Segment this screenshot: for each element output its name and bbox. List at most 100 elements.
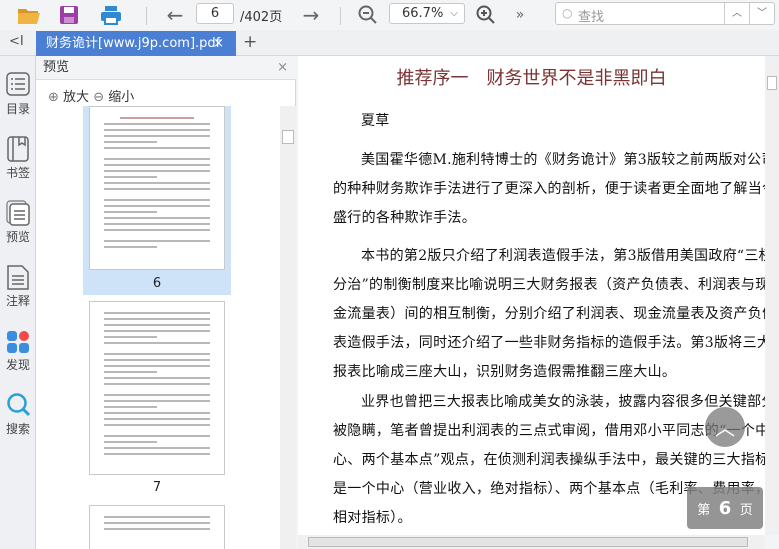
search-next-button[interactable]: ﹀ [749, 3, 774, 24]
zoom-out-label: 缩小 [108, 90, 135, 105]
author: 夏草 [361, 113, 390, 129]
new-tab-button[interactable]: + [243, 32, 257, 52]
zoom-in-label: 放大 [63, 90, 90, 105]
thumbnail-text-line [104, 371, 157, 373]
rail-item-annotations[interactable]: 注释 [0, 264, 36, 309]
paragraph: 本书的第2版只介绍了利润表造假手法，第3版借用美国政府“三权 分治”的制衡制度来比… [333, 242, 765, 387]
zoom-out-icon: ⊖ [93, 90, 105, 105]
thumbnail-text-line [104, 394, 210, 396]
paragraph-line: 表造假手法，同时还介绍了一些非财务指标的造假手法。第3版将三大 [333, 335, 765, 351]
thumbnail-text-line [119, 117, 195, 119]
zoom-in-icon[interactable] [474, 3, 498, 27]
note-icon [7, 265, 29, 290]
thumbnail-text-line [104, 129, 210, 131]
thumbnail-text-line [104, 342, 210, 344]
document-page: 推荐序一 财务世界不是非黑即白 夏草 美国霍华德M.施利特博士的《财务诡计》第3… [298, 56, 765, 535]
paragraph-line: 被隐瞒，笔者曾提出利润表的三点式审阅，借用邓小平同志的“一个中 [333, 423, 765, 439]
scrollbar-thumb[interactable] [767, 76, 777, 90]
thumbnail-text-line [104, 406, 157, 408]
page-thumbnail-7[interactable] [89, 301, 225, 475]
save-icon[interactable] [57, 3, 81, 27]
paragraph: 美国霍华德M.施利特博士的《财务诡计》第3版较之前两版对公司 的种种财务欺诈手法进… [333, 146, 765, 233]
thumbnail-text-line [104, 412, 210, 414]
panel-close-icon[interactable]: × [277, 56, 288, 80]
print-icon[interactable] [99, 3, 123, 27]
thumbnail-text-line [104, 164, 210, 166]
page-heading: 推荐序一 财务世界不是非黑即白 [396, 68, 667, 89]
scrollbar-thumb[interactable] [282, 130, 294, 144]
thumbnail-text-line [104, 199, 210, 201]
thumbnail-text-line [104, 522, 210, 524]
zoom-out-icon[interactable] [356, 3, 380, 27]
badge-prefix: 第 [697, 502, 711, 518]
paragraph-line: 本书的第2版只介绍了利润表造假手法，第3版借用美国政府“三权 [361, 248, 765, 264]
rail-item-search[interactable]: 搜索 [0, 392, 36, 437]
zoom-value: 66.7% [402, 6, 444, 21]
search-icon: ○ [562, 6, 573, 20]
tab-close-icon[interactable]: × [213, 31, 224, 56]
thumbnail-list: 6 7 [36, 106, 280, 549]
thumbnail-text-line [104, 418, 210, 420]
thumbnail-page-number: 6 [152, 276, 162, 291]
bookmark-icon [7, 136, 29, 162]
document-vertical-scrollbar[interactable] [765, 56, 779, 535]
document-horizontal-scrollbar[interactable] [298, 535, 765, 549]
search-prev-button[interactable]: ︿ [724, 3, 749, 24]
rail-item-discover[interactable]: 发现 [0, 328, 36, 373]
rail-label: 搜索 [5, 422, 30, 436]
list-icon [6, 72, 30, 96]
thumbnail-text-line [104, 336, 157, 338]
rail-label: 预览 [5, 230, 30, 244]
thumbnail-text-line [104, 188, 210, 190]
search-placeholder: 查找 [578, 10, 605, 25]
thumb-zoom-out-button[interactable]: ⊖ 缩小 [93, 90, 134, 105]
thumbnail-scrollbar[interactable] [280, 106, 296, 549]
zoom-select[interactable]: 66.7% ⌵ [389, 3, 465, 24]
thumbnail-text-line [104, 312, 210, 314]
next-page-icon[interactable]: → [299, 3, 323, 27]
scrollbar-thumb[interactable] [308, 537, 748, 547]
thumbnail-text-line [104, 353, 210, 355]
thumbnail-text-line [104, 318, 210, 320]
pages-icon [6, 200, 30, 226]
page-thumbnail-8[interactable] [89, 505, 225, 549]
page-thumbnail-6[interactable] [89, 106, 225, 270]
page-indicator-badge: 第 6 页 [687, 487, 763, 529]
back-to-top-button[interactable]: ︿ [705, 407, 745, 447]
collapse-sidebar-button[interactable]: <I [9, 34, 24, 49]
thumbnail-text-line [104, 528, 210, 530]
thumb-zoom-in-button[interactable]: ⊕ 放大 [48, 90, 89, 105]
thumbnail-text-line [104, 441, 157, 443]
thumbnail-text-line [104, 400, 210, 402]
paragraph-line: 报表比喻成三座大山，识别财务造假需推翻三座大山。 [333, 364, 677, 380]
thumbnail-text-line [104, 205, 210, 207]
thumbnail-text-line [104, 324, 210, 326]
thumbnail-text-line [104, 383, 210, 385]
more-tools-button[interactable]: » [508, 3, 532, 27]
prev-page-icon[interactable]: ← [163, 3, 187, 27]
paragraph-line: 金流量表）间的相互制衡，分别介绍了利润表、现金流量表及资产负债 [333, 306, 765, 322]
thumbnail-text-line [104, 223, 210, 225]
thumbnail-text-line [104, 182, 210, 184]
thumbnail-text-line [104, 359, 210, 361]
page-number-input[interactable]: 6 [196, 3, 234, 24]
thumbnail-text-line [104, 170, 210, 172]
rail-item-toc[interactable]: 目录 [0, 72, 36, 117]
tab-document[interactable]: 财务诡计[www.j9p.com].pdf × [36, 31, 236, 56]
tab-bar: <I 财务诡计[www.j9p.com].pdf × + [0, 30, 779, 56]
badge-page-number: 6 [718, 497, 732, 519]
toolbar: ← 6 /402页 → 66.7% ⌵ » ○ 查找 ︿ ﹀ [0, 0, 779, 30]
thumbnail-text-line [104, 176, 157, 178]
thumbnail-text-line [104, 123, 210, 125]
open-folder-icon[interactable] [17, 3, 41, 27]
rail-item-bookmarks[interactable]: 书签 [0, 136, 36, 181]
thumbnail-text-line [104, 211, 157, 213]
rail-item-preview[interactable]: 预览 [0, 200, 36, 245]
preview-panel-header: 预览 × [36, 56, 296, 80]
apps-icon [7, 331, 29, 353]
search-input[interactable]: ○ 查找 ︿ ﹀ [555, 2, 775, 25]
page-total: /402页 [240, 10, 283, 25]
thumbnail-zoom-controls: ⊕ 放大 ⊖ 缩小 [48, 86, 134, 105]
sidebar-rail: 目录 书签 预览 注释 发现 搜索 [0, 56, 36, 549]
thumbnail-text-line [104, 246, 157, 248]
